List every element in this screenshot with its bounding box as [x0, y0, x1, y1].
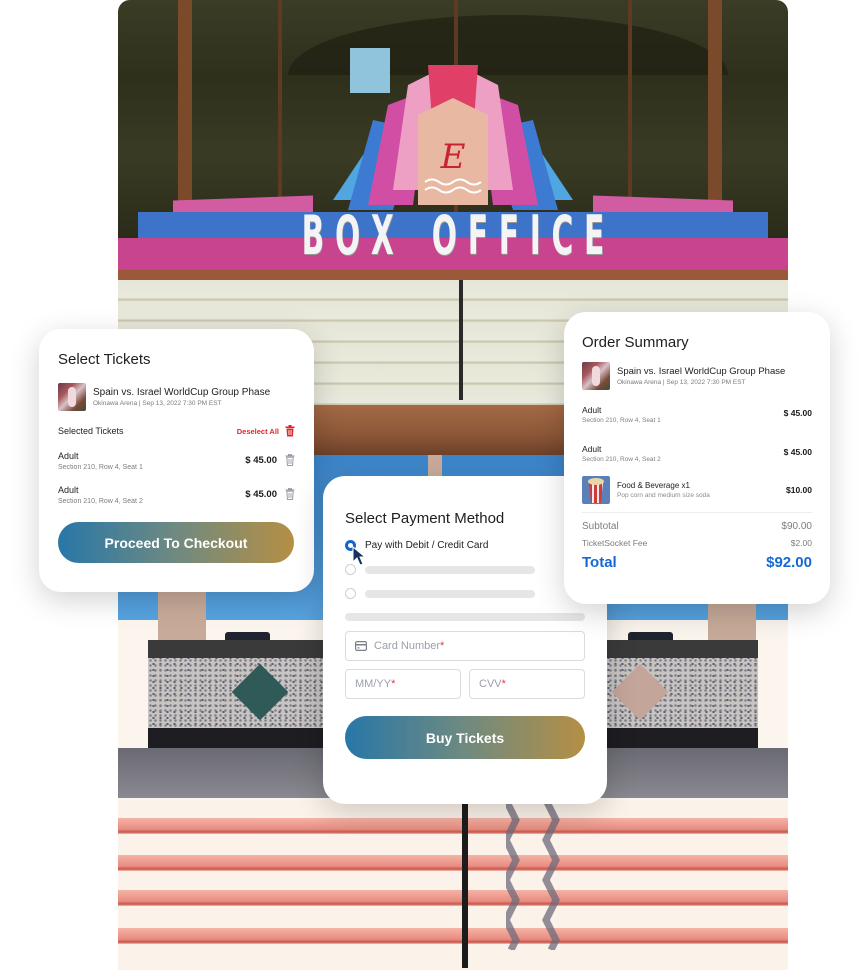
- selected-tickets-header: Selected Tickets Deselect All: [58, 425, 295, 437]
- marquee-letters: B O X O F F I C E: [269, 200, 638, 270]
- subtotal-row: Subtotal $90.00: [582, 521, 812, 532]
- event-details: Okinawa Arena | Sep 13, 2022 7:30 PM EST: [617, 379, 746, 386]
- event-photo-icon: [582, 362, 610, 390]
- cvv-placeholder: CVV: [479, 678, 502, 690]
- select-tickets-title: Select Tickets: [58, 351, 151, 368]
- deselect-all-label: Deselect All: [236, 426, 279, 436]
- skeleton-bar: [365, 565, 535, 574]
- event-info: Spain vs. Israel WorldCup Group Phase Ok…: [58, 383, 295, 411]
- ticket-type: Adult: [582, 405, 602, 415]
- event-name: Spain vs. Israel WorldCup Group Phase: [93, 387, 271, 398]
- payment-method-title: Select Payment Method: [345, 510, 505, 527]
- ticket-type: Adult: [58, 485, 79, 495]
- order-summary-card: Order Summary Spain vs. Israel WorldCup …: [564, 312, 830, 604]
- marquee-letter: I: [529, 203, 541, 267]
- expiry-placeholder: MM/YY: [355, 678, 392, 690]
- trash-icon: [285, 425, 295, 437]
- ticket-seat: Section 210, Row 4, Seat 2: [582, 456, 661, 463]
- summary-ticket-row: Adult Section 210, Row 4, Seat 1 $ 45.00: [582, 405, 812, 424]
- photo-step-stripe: [118, 890, 788, 906]
- event-name: Spain vs. Israel WorldCup Group Phase: [617, 366, 786, 377]
- ticket-seat: Section 210, Row 4, Seat 1: [58, 464, 143, 471]
- card-number-input[interactable]: Card Number *: [345, 631, 585, 661]
- remove-ticket-trash-icon[interactable]: [285, 488, 295, 500]
- food-price: $10.00: [786, 485, 812, 495]
- fee-label: TicketSocket Fee: [582, 538, 648, 548]
- food-description: Pop corn and medium size soda: [617, 492, 710, 499]
- marquee-letter: C: [551, 203, 574, 267]
- payment-option-label: Pay with Debit / Credit Card: [365, 540, 489, 551]
- fee-value: $2.00: [790, 538, 812, 548]
- proceed-to-checkout-button[interactable]: Proceed To Checkout: [58, 522, 294, 563]
- marquee-letter: E: [584, 203, 605, 267]
- required-mark: *: [391, 678, 396, 690]
- food-name: Food & Beverage x1: [617, 481, 690, 490]
- ticket-row: Adult Section 210, Row 4, Seat 1 $ 45.00: [58, 451, 295, 471]
- marquee-letter: F: [467, 203, 489, 267]
- selected-tickets-label: Selected Tickets: [58, 426, 124, 436]
- photo-handrail-pole: [462, 800, 468, 968]
- subtotal-label: Subtotal: [582, 521, 619, 532]
- subtotal-value: $90.00: [781, 521, 812, 532]
- summary-ticket-row: Adult Section 210, Row 4, Seat 2 $ 45.00: [582, 444, 812, 463]
- expiry-input[interactable]: MM/YY *: [345, 669, 461, 699]
- marquee-letter: F: [498, 203, 520, 267]
- skeleton-bar: [365, 589, 535, 598]
- photo-post: [459, 280, 463, 400]
- popcorn-icon: [582, 476, 610, 504]
- ticket-price: $ 45.00: [783, 447, 812, 457]
- ticket-seat: Section 210, Row 4, Seat 2: [58, 498, 143, 505]
- payment-option-placeholder[interactable]: [345, 588, 585, 599]
- photo-step-stripe: [118, 855, 788, 871]
- photo-handrail-shadow: [506, 800, 560, 950]
- marquee-emblem: E: [333, 65, 573, 210]
- marquee-letter: O: [334, 203, 361, 267]
- order-summary-title: Order Summary: [582, 334, 689, 351]
- photo-marquee-trim: [118, 270, 788, 280]
- radio-unselected[interactable]: [345, 588, 356, 599]
- ticket-seat: Section 210, Row 4, Seat 1: [582, 417, 661, 424]
- select-tickets-card: Select Tickets Spain vs. Israel WorldCup…: [39, 329, 314, 592]
- payment-option-placeholder[interactable]: [345, 564, 585, 575]
- event-photo-icon: [58, 383, 86, 411]
- ticket-type: Adult: [582, 444, 602, 454]
- total-value: $92.00: [766, 554, 812, 571]
- radio-unselected[interactable]: [345, 564, 356, 575]
- ticket-type: Adult: [58, 451, 79, 461]
- mouse-pointer-icon: [352, 546, 366, 566]
- ticket-row: Adult Section 210, Row 4, Seat 2 $ 45.00: [58, 485, 295, 505]
- ticket-price: $ 45.00: [245, 454, 277, 466]
- deselect-all-button[interactable]: Deselect All: [237, 425, 295, 437]
- ticket-price: $ 45.00: [245, 488, 277, 500]
- ticket-price: $ 45.00: [783, 408, 812, 418]
- buy-tickets-button[interactable]: Buy Tickets: [345, 716, 585, 759]
- event-info: Spain vs. Israel WorldCup Group Phase Ok…: [582, 362, 812, 390]
- skeleton-bar: [345, 613, 585, 621]
- credit-card-icon: [355, 641, 367, 651]
- marquee-letter: X: [370, 203, 394, 267]
- remove-ticket-trash-icon[interactable]: [285, 454, 295, 466]
- photo-step-stripe: [118, 928, 788, 944]
- event-details: Okinawa Arena | Sep 13, 2022 7:30 PM EST: [93, 400, 222, 407]
- card-number-placeholder: Card Number: [374, 640, 441, 652]
- total-label: Total: [582, 554, 617, 571]
- food-beverage-row: Food & Beverage x1 Pop corn and medium s…: [582, 476, 812, 513]
- marquee-letter: B: [301, 203, 325, 267]
- fee-row: TicketSocket Fee $2.00: [582, 538, 812, 548]
- emblem-letter: E: [440, 137, 466, 177]
- payment-option-card[interactable]: Pay with Debit / Credit Card: [345, 540, 585, 566]
- required-mark: *: [501, 678, 506, 690]
- total-row: Total $92.00: [582, 554, 812, 571]
- required-mark: *: [440, 640, 445, 652]
- marquee-letter: O: [431, 203, 458, 267]
- cvv-input[interactable]: CVV *: [469, 669, 585, 699]
- photo-step-stripe: [118, 818, 788, 834]
